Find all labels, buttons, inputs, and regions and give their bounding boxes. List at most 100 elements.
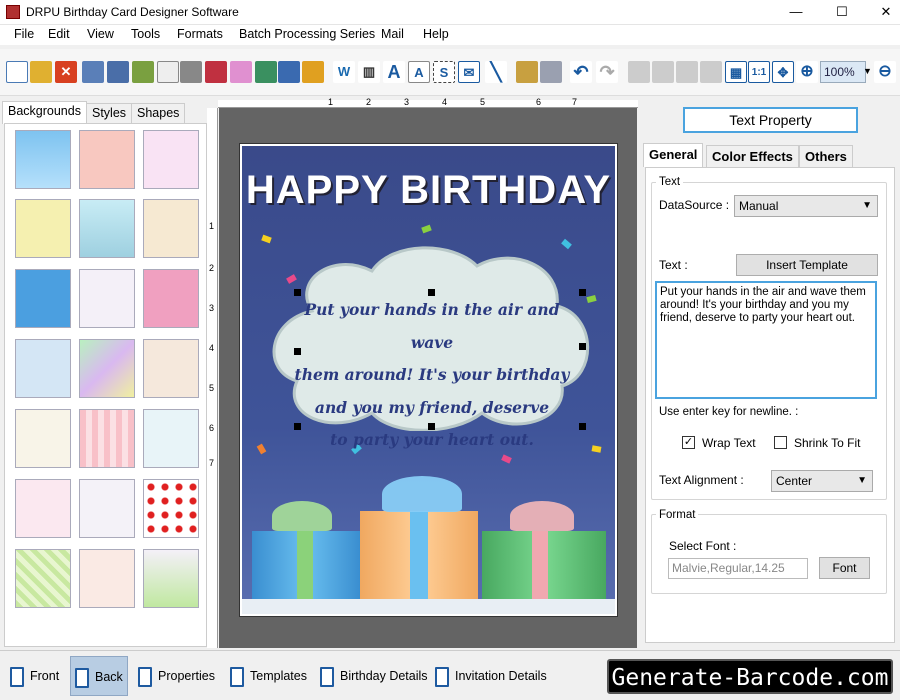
line-icon[interactable]: ╲	[485, 61, 507, 83]
tab-color-effects[interactable]: Color Effects	[706, 145, 799, 167]
redo-icon[interactable]: ↷	[596, 61, 618, 83]
background-thumb[interactable]	[143, 199, 199, 258]
shrink-to-fit-checkbox[interactable]	[774, 436, 787, 449]
actual-size-icon[interactable]: 1:1	[748, 61, 770, 83]
print-icon[interactable]	[180, 61, 202, 83]
shape-icon[interactable]	[302, 61, 324, 83]
text-icon[interactable]: A	[383, 61, 405, 83]
text-input[interactable]: Put your hands in the air and wave them …	[655, 281, 877, 399]
background-thumb[interactable]	[79, 409, 135, 468]
menu-help[interactable]: Help	[423, 27, 449, 41]
menu-batch-processing[interactable]: Batch Processing Series	[239, 27, 375, 41]
resize-handle[interactable]	[579, 343, 586, 350]
barcode-icon[interactable]: ▥	[358, 61, 380, 83]
menu-tools[interactable]: Tools	[131, 27, 160, 41]
cut-icon[interactable]	[628, 61, 650, 83]
resize-handle[interactable]	[579, 289, 586, 296]
grid-icon[interactable]: ▦	[725, 61, 747, 83]
front-page-icon	[10, 666, 24, 687]
background-thumb[interactable]	[143, 269, 199, 328]
resize-handle[interactable]	[294, 289, 301, 296]
card-title[interactable]: HAPPY BIRTHDAY	[242, 168, 615, 213]
templates-button[interactable]: Templates	[230, 656, 310, 696]
datasource-select[interactable]: Manual ▼	[734, 195, 878, 217]
background-thumb[interactable]	[15, 269, 71, 328]
text-box-icon[interactable]: A	[408, 61, 430, 83]
insert-template-button[interactable]: Insert Template	[736, 254, 878, 276]
background-thumb[interactable]	[79, 479, 135, 538]
background-thumb[interactable]	[15, 130, 71, 189]
properties-button[interactable]: Properties	[138, 656, 220, 696]
menu-file[interactable]: File	[14, 27, 34, 41]
background-thumb[interactable]	[79, 269, 135, 328]
gift-ribbon	[532, 531, 548, 601]
undo-icon[interactable]: ↶	[570, 61, 592, 83]
open-icon[interactable]	[30, 61, 52, 83]
background-thumb[interactable]	[143, 409, 199, 468]
resize-handle[interactable]	[428, 289, 435, 296]
tab-others[interactable]: Others	[799, 145, 853, 167]
zoom-dropdown-icon[interactable]: ▼	[863, 66, 872, 76]
tab-backgrounds[interactable]: Backgrounds	[2, 101, 87, 124]
save-as-icon[interactable]	[107, 61, 129, 83]
background-thumb[interactable]	[143, 339, 199, 398]
image-icon[interactable]	[255, 61, 277, 83]
resize-handle[interactable]	[294, 423, 301, 430]
background-thumb[interactable]	[143, 549, 199, 608]
tab-general[interactable]: General	[643, 143, 704, 167]
menu-view[interactable]: View	[87, 27, 114, 41]
background-thumb[interactable]	[15, 479, 71, 538]
background-thumb[interactable]	[15, 199, 71, 258]
signature-icon[interactable]: S	[433, 61, 455, 83]
fit-to-window-icon[interactable]: ✥	[772, 61, 794, 83]
zoom-combo[interactable]: 100%	[820, 61, 866, 83]
paste-icon[interactable]	[676, 61, 698, 83]
page-setup-icon[interactable]	[157, 61, 179, 83]
text-alignment-select[interactable]: Center ▼	[771, 470, 873, 492]
zoom-in-icon[interactable]: ⊕	[796, 61, 818, 83]
birthday-details-button[interactable]: Birthday Details	[320, 656, 430, 696]
birthday-card[interactable]: HAPPY BIRTHDAY Put your hands in the air…	[239, 143, 618, 617]
layers-icon[interactable]	[205, 61, 227, 83]
new-icon[interactable]	[6, 61, 28, 83]
zoom-out-icon[interactable]: ⊖	[874, 61, 896, 83]
card-message[interactable]: Put your hands in the air and wave them …	[292, 294, 572, 457]
font-field[interactable]: Malvie,Regular,14.25	[668, 558, 808, 579]
watermark-icon[interactable]: W	[333, 61, 355, 83]
database-settings-icon[interactable]	[540, 61, 562, 83]
resize-handle[interactable]	[294, 348, 301, 355]
front-button[interactable]: Front	[10, 656, 68, 696]
background-thumb[interactable]	[79, 130, 135, 189]
gift-icon[interactable]	[230, 61, 252, 83]
maximize-button[interactable]: ☐	[822, 2, 862, 22]
background-thumb[interactable]	[15, 339, 71, 398]
background-thumb[interactable]	[79, 339, 135, 398]
pen-icon[interactable]	[278, 61, 300, 83]
resize-handle[interactable]	[579, 423, 586, 430]
tab-shapes[interactable]: Shapes	[131, 103, 186, 124]
database-icon[interactable]	[516, 61, 538, 83]
back-button[interactable]: Back	[70, 656, 128, 696]
background-thumb[interactable]	[143, 479, 199, 538]
mail-icon[interactable]: ✉	[458, 61, 480, 83]
background-thumb[interactable]	[79, 199, 135, 258]
background-thumb[interactable]	[15, 549, 71, 608]
save-icon[interactable]	[82, 61, 104, 83]
menu-formats[interactable]: Formats	[177, 27, 223, 41]
wrap-text-checkbox[interactable]: ✓	[682, 436, 695, 449]
menu-mail[interactable]: Mail	[381, 27, 404, 41]
menu-edit[interactable]: Edit	[48, 27, 70, 41]
copy-icon[interactable]	[652, 61, 674, 83]
close-button[interactable]: ✕	[866, 2, 900, 22]
delete-icon[interactable]	[700, 61, 722, 83]
tab-styles[interactable]: Styles	[86, 103, 133, 124]
background-thumb[interactable]	[79, 549, 135, 608]
background-thumb[interactable]	[15, 409, 71, 468]
font-button[interactable]: Font	[819, 557, 870, 579]
close-doc-icon[interactable]: ✕	[55, 61, 77, 83]
minimize-button[interactable]: —	[776, 2, 816, 22]
export-icon[interactable]	[132, 61, 154, 83]
resize-handle[interactable]	[428, 423, 435, 430]
background-thumb[interactable]	[143, 130, 199, 189]
invitation-details-button[interactable]: Invitation Details	[435, 656, 555, 696]
